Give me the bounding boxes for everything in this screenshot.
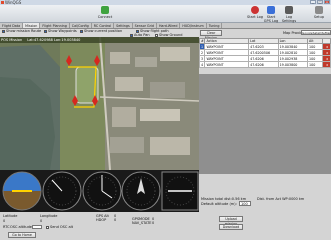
setup-button[interactable]: Setup — [311, 6, 327, 19]
tab-hud[interactable]: HUD/Instrum — [180, 23, 207, 28]
download-mission-button[interactable]: Download — [219, 224, 243, 230]
tab-tuning[interactable]: Tuning — [207, 23, 223, 28]
close-button[interactable]: x — [324, 0, 330, 4]
latitude-value: 0 — [3, 219, 6, 223]
tab-sensor-grid[interactable]: Sensor Grid — [133, 23, 157, 28]
tab-flight-planning[interactable]: Flight Planning — [40, 23, 70, 28]
send-osc-alt-checkbox[interactable]: Send OSC alt — [46, 225, 73, 229]
tab-rc-control[interactable]: RC Control — [92, 23, 115, 28]
show-waypoints-checkbox[interactable]: Show Waypoints — [44, 29, 77, 33]
connect-button[interactable]: Connect — [97, 6, 113, 19]
table-empty-area — [199, 74, 331, 174]
map-options-bar: Show mission Route Show Waypoints Show c… — [0, 29, 199, 37]
nav-state-label: NAV_STATE — [132, 221, 152, 225]
vario-gauge — [161, 171, 199, 211]
app-icon — [1, 1, 4, 4]
satellite-map[interactable] — [0, 37, 199, 170]
mission-summary: Mission total dist:0.56 km Dist. from Ac… — [199, 196, 331, 240]
distance-from-waypoint: Dist. from Act WP:0000 km — [257, 197, 305, 201]
map-coordinate-bar: POS Mission Lat:47.620988 Lon:19.003840 — [0, 37, 199, 43]
start-gps-log-button[interactable]: Start GPS Log — [263, 6, 279, 23]
nav-state-value: 0 — [152, 221, 155, 225]
longitude-value: 0 — [40, 219, 43, 223]
upload-mission-button[interactable]: Upload mission — [219, 216, 243, 226]
instrument-gauges — [0, 170, 199, 212]
tab-hard-wired[interactable]: Hard-Wired — [157, 23, 181, 28]
tab-mission[interactable]: Mission — [23, 23, 41, 28]
longitude-label: Longitude — [40, 214, 58, 218]
hdop-value: 0 — [114, 218, 117, 222]
delete-row-button[interactable]: x — [322, 61, 331, 68]
map-imagery — [0, 37, 199, 170]
tab-settings[interactable]: Settings — [114, 23, 133, 28]
show-mission-route-checkbox[interactable]: Show mission Route — [2, 29, 41, 33]
latlon-readout: Lat:47.620988 Lon:19.003840 — [27, 38, 81, 42]
tab-cal-config[interactable]: Cal/Config — [70, 23, 92, 28]
clear-mission-button[interactable]: Clear Mission — [200, 30, 222, 40]
rtc-label: RTC — [3, 225, 10, 229]
log-settings-button[interactable]: Log Settings — [281, 6, 297, 23]
attitude-gauge — [2, 171, 42, 211]
record-icon — [251, 6, 259, 14]
osc-altitude-label: OSC altitude — [10, 225, 32, 229]
telemetry-fields: Latitude 0 Longitude 0 GPS Alt 0 HDOP 0 … — [0, 212, 199, 240]
airspeed-gauge — [42, 171, 82, 211]
latitude-label: Latitude — [3, 214, 18, 218]
window-controls: _ □ x — [310, 0, 330, 4]
go-home-button[interactable]: Go to Home — [8, 232, 36, 238]
default-altitude-label: Default altitude (m): — [201, 202, 237, 206]
main-toolbar: Connect Start Log Start GPS Log Log Sett… — [0, 5, 331, 23]
waypoint-table: # Action Lat Lon Alt 1 WAYPOINT 47.6203 … — [198, 38, 331, 68]
map-provider-select[interactable]: GoogleSatelliteMap — [301, 30, 331, 35]
osc-altitude-input[interactable] — [32, 225, 42, 229]
position-label: POS Mission — [1, 38, 23, 42]
minimize-button[interactable]: _ — [310, 0, 316, 4]
instrument-panel — [0, 170, 199, 212]
hdop-label: HDOP — [96, 218, 107, 222]
table-row[interactable]: 4 WAYPOINT 47.6206 19.003800 100 x — [198, 61, 331, 68]
tab-flight-data[interactable]: Flight Data — [0, 23, 24, 28]
maximize-button[interactable]: □ — [317, 0, 323, 4]
show-current-position-checkbox[interactable]: Show current position — [80, 29, 122, 33]
connect-icon — [101, 6, 109, 14]
gps-icon — [267, 6, 275, 14]
default-altitude-input[interactable]: 100 — [239, 201, 251, 206]
settings-icon — [285, 6, 293, 14]
start-log-button[interactable]: Start Log — [247, 6, 263, 19]
tools-icon — [315, 6, 323, 14]
altimeter-gauge — [82, 171, 122, 211]
heading-gauge — [121, 171, 161, 211]
